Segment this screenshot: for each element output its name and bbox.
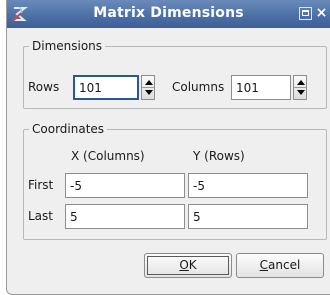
- first-y-input[interactable]: [188, 173, 308, 198]
- first-label: First: [28, 178, 54, 192]
- close-icon[interactable]: ×: [315, 6, 328, 20]
- ok-label-rest: K: [188, 258, 197, 272]
- columns-spinner[interactable]: [293, 75, 307, 100]
- coordinates-legend: Coordinates: [32, 122, 105, 136]
- resize-grip[interactable]: [7, 286, 15, 294]
- window-title: Matrix Dimensions: [93, 5, 244, 21]
- columns-input[interactable]: [231, 75, 291, 100]
- dimensions-legend: Dimensions: [32, 39, 103, 53]
- y-rows-header: Y (Rows): [193, 149, 245, 163]
- x-columns-header: X (Columns): [71, 149, 145, 163]
- spin-down-icon[interactable]: [297, 90, 305, 95]
- cancel-button[interactable]: Cancel: [236, 253, 324, 278]
- last-x-input[interactable]: [65, 204, 185, 229]
- spin-divider: [294, 87, 306, 88]
- maximize-icon[interactable]: [299, 7, 312, 20]
- ok-button[interactable]: OK: [144, 253, 232, 278]
- spin-divider: [142, 87, 154, 88]
- rows-input[interactable]: [73, 75, 139, 100]
- cancel-label-rest: ancel: [268, 258, 301, 272]
- last-y-input[interactable]: [188, 204, 308, 229]
- last-label: Last: [28, 209, 53, 223]
- rows-spinner[interactable]: [141, 75, 155, 100]
- cancel-mnemonic: C: [259, 258, 269, 272]
- columns-label: Columns: [172, 80, 225, 94]
- ok-mnemonic: O: [179, 258, 189, 272]
- first-x-input[interactable]: [65, 173, 185, 198]
- rows-label: Rows: [28, 80, 60, 94]
- matrix-dimensions-dialog: Matrix Dimensions × Dimensions Rows Colu…: [6, 0, 330, 295]
- title-bar[interactable]: Matrix Dimensions ×: [7, 0, 330, 28]
- spin-down-icon[interactable]: [145, 90, 153, 95]
- spin-up-icon[interactable]: [297, 80, 305, 85]
- spin-up-icon[interactable]: [145, 80, 153, 85]
